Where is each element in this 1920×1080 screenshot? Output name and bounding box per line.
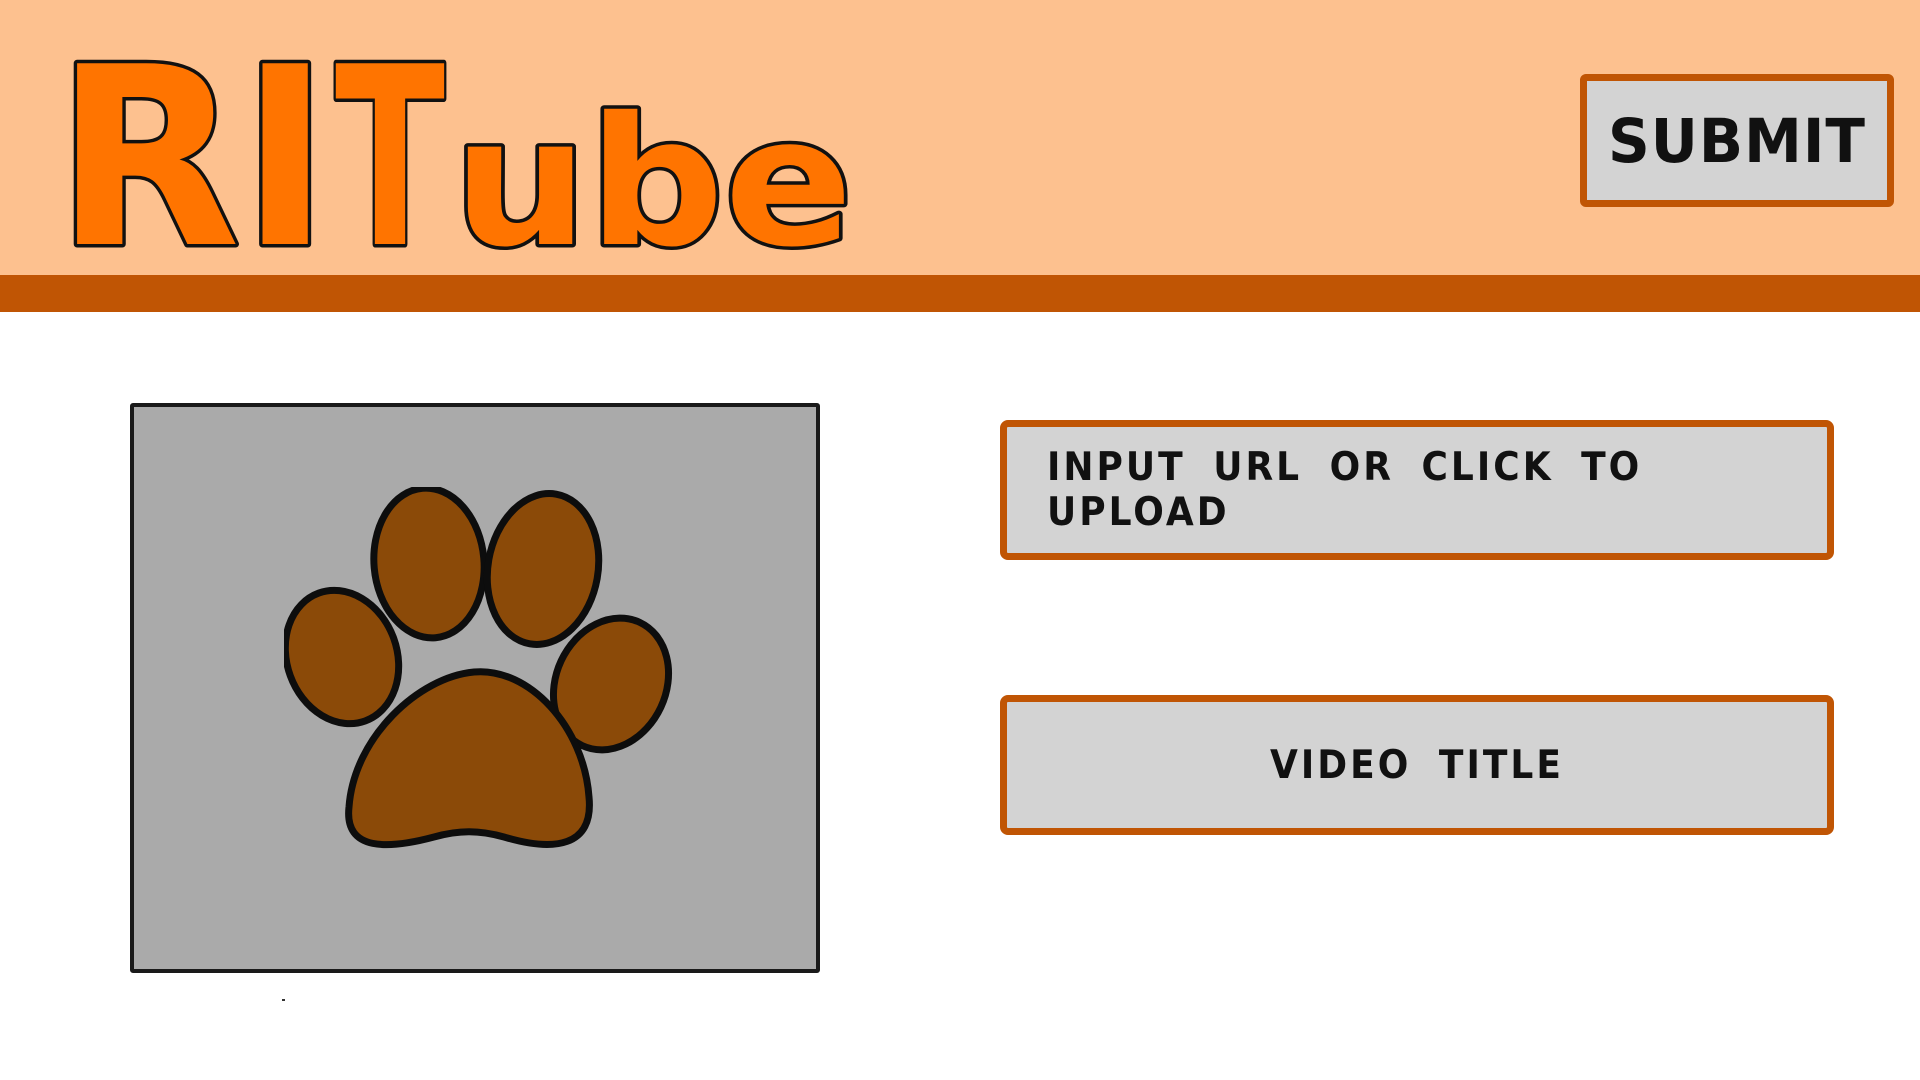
paw-print-icon (284, 487, 673, 849)
logo-ube-text: ube (453, 79, 853, 264)
logo-t-text: T (335, 24, 445, 264)
stray-dot (282, 999, 285, 1001)
header-divider (0, 275, 1920, 312)
video-thumbnail[interactable] (130, 403, 820, 973)
submit-button-label: SUBMIT (1608, 104, 1866, 177)
upload-page: RI T ube SUBMIT INPUT URL OR CLICK TO UP… (0, 0, 1920, 1080)
url-upload-placeholder: INPUT URL OR CLICK TO UPLOAD (1047, 444, 1643, 536)
video-title-placeholder: VIDEO TITLE (1270, 742, 1564, 788)
submit-button[interactable]: SUBMIT (1580, 74, 1894, 207)
logo-ri-text: RI (55, 24, 330, 264)
ritube-logo: RI T ube (55, 24, 857, 264)
video-title-field[interactable]: VIDEO TITLE (1000, 695, 1834, 835)
header: RI T ube SUBMIT (0, 0, 1920, 275)
url-upload-field[interactable]: INPUT URL OR CLICK TO UPLOAD (1000, 420, 1834, 560)
